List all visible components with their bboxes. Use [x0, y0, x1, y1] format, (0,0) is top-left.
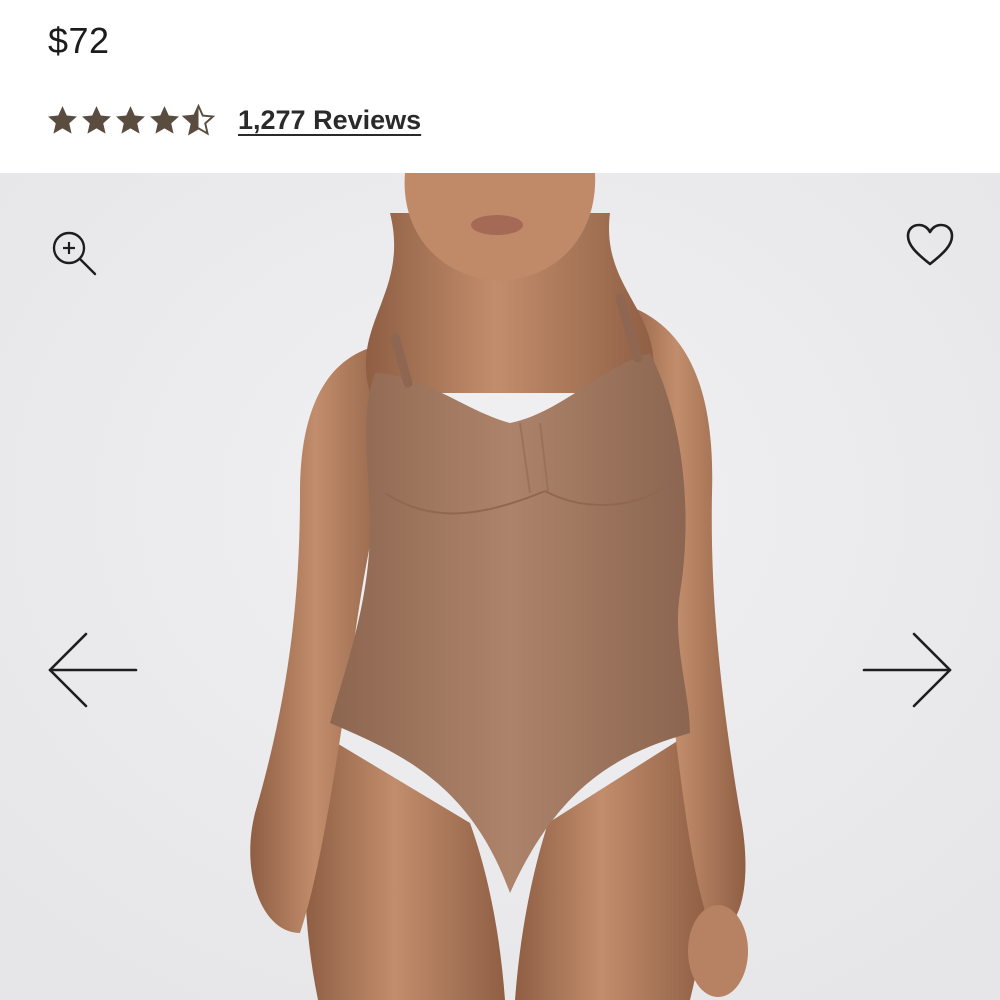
star-rating	[46, 103, 216, 137]
arrow-left-icon[interactable]	[40, 628, 144, 712]
product-image	[0, 173, 1000, 1000]
star-icon	[116, 105, 145, 134]
product-image-gallery	[0, 173, 1000, 1000]
half-star-icon	[182, 103, 215, 135]
product-price: $72	[48, 20, 110, 61]
rating-summary: 1,277 Reviews	[46, 100, 421, 140]
star-icon	[48, 105, 77, 134]
zoom-in-icon[interactable]	[44, 223, 104, 283]
arrow-right-icon[interactable]	[856, 628, 960, 712]
heart-icon[interactable]	[900, 217, 960, 273]
star-icon	[82, 105, 111, 134]
reviews-link[interactable]: 1,277 Reviews	[238, 105, 421, 136]
star-icon	[150, 105, 179, 134]
